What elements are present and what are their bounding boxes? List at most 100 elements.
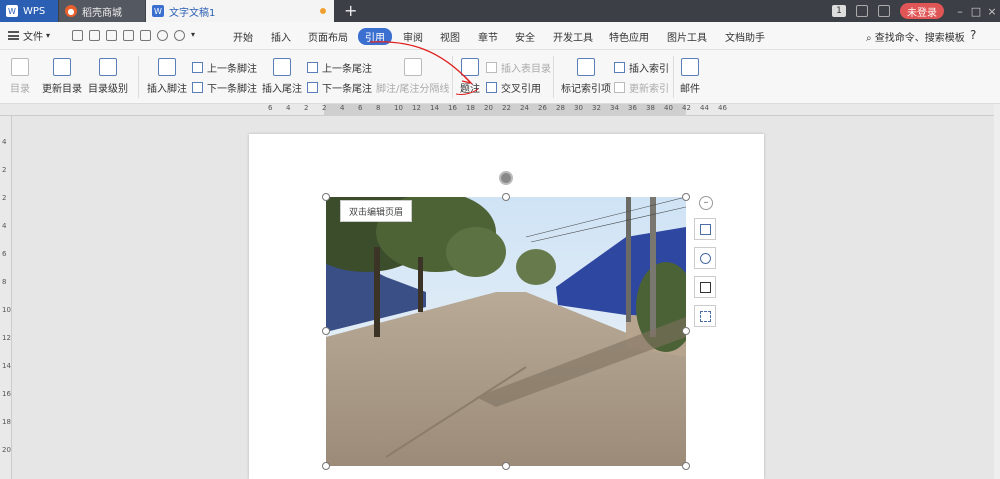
vertical-ruler[interactable]: 4 2 2 4 6 8 10 12 14 16 18 20 <box>0 116 12 479</box>
ruler-number: 24 <box>520 104 529 112</box>
table-of-figures-icon <box>486 62 497 73</box>
mail-button[interactable]: 邮件 <box>680 58 700 95</box>
ruler-number: 46 <box>718 104 727 112</box>
menu-developer[interactable]: 开发工具 <box>553 29 593 44</box>
insert-index-button[interactable]: 插入索引 <box>614 60 669 75</box>
layout-icon <box>699 223 711 235</box>
tab-docer-store[interactable]: ● 稻壳商城 <box>59 0 145 22</box>
horizontal-ruler[interactable]: 6 4 2 2 4 6 8 10 12 14 16 18 20 22 24 26 28 30 32 34 36 38 40 4… <box>0 104 1000 116</box>
redo-icon[interactable] <box>174 30 185 41</box>
insert-index-icon <box>614 62 625 73</box>
insert-endnote-button[interactable]: 插入尾注 <box>262 58 302 95</box>
next-footnote-button[interactable]: 下一条脚注 <box>192 80 257 95</box>
login-button[interactable]: 未登录 <box>900 3 944 19</box>
hamburger-icon <box>8 31 19 40</box>
zoom-icon <box>699 252 711 264</box>
close-button[interactable]: × <box>984 5 1000 18</box>
resize-handle-left[interactable] <box>322 327 330 335</box>
ruler-number: 8 <box>376 104 381 112</box>
resize-handle-bottom[interactable] <box>502 462 510 470</box>
tab-wps[interactable]: W WPS <box>0 0 58 22</box>
toc-level-icon <box>99 58 117 76</box>
ruler-number: 20 <box>2 446 11 454</box>
prev-endnote-button[interactable]: 上一条尾注 <box>307 60 372 75</box>
ribbon-divider <box>138 56 139 98</box>
resize-handle-right[interactable] <box>682 327 690 335</box>
zoom-preview-button[interactable] <box>694 247 716 269</box>
menu-picture-tools[interactable]: 图片工具 <box>667 29 707 44</box>
menu-home[interactable]: 开始 <box>233 29 253 44</box>
cross-reference-icon <box>486 82 497 93</box>
shirt-icon[interactable] <box>878 5 890 17</box>
command-search[interactable]: ⌕ 查找命令、搜索模板 <box>866 29 965 44</box>
collapse-icon[interactable]: – <box>699 196 713 210</box>
cross-reference-button[interactable]: 交叉引用 <box>486 80 541 95</box>
update-toc-button[interactable]: 更新目录 <box>42 58 82 95</box>
command-search-label: 查找命令、搜索模板 <box>874 33 965 44</box>
resize-handle-top[interactable] <box>502 193 510 201</box>
crop-icon <box>699 281 711 293</box>
next-endnote-button[interactable]: 下一条尾注 <box>307 80 372 95</box>
maximize-button[interactable]: □ <box>968 5 984 18</box>
prev-footnote-label: 上一条脚注 <box>207 64 257 75</box>
ruler-number: 14 <box>2 362 11 370</box>
ribbon-divider <box>673 56 674 98</box>
update-index-button[interactable]: 更新索引 <box>614 80 669 95</box>
resize-handle-br[interactable] <box>682 462 690 470</box>
vertical-scrollbar[interactable] <box>994 104 1000 479</box>
ruler-number: 30 <box>574 104 583 112</box>
resize-handle-tr[interactable] <box>682 193 690 201</box>
ruler-number: 6 <box>268 104 273 112</box>
menu-doc-assistant[interactable]: 文档助手 <box>725 29 765 44</box>
toc-level-button[interactable]: 目录级别 <box>88 58 128 95</box>
ruler-number: 6 <box>2 250 7 258</box>
endnote-icon <box>273 58 291 76</box>
menu-security[interactable]: 安全 <box>515 29 535 44</box>
quick-access-toolbar: ▾ <box>72 30 195 41</box>
export-pdf-icon[interactable] <box>106 30 117 41</box>
inserted-road-photo[interactable] <box>326 197 686 466</box>
menu-section[interactable]: 章节 <box>478 29 498 44</box>
chevron-down-icon: ▾ <box>46 31 51 40</box>
resize-handle-tl[interactable] <box>322 193 330 201</box>
ruler-number: 12 <box>2 334 11 342</box>
resize-handle-bl[interactable] <box>322 462 330 470</box>
ruler-number: 4 <box>286 104 291 112</box>
prev-footnote-button[interactable]: 上一条脚注 <box>192 60 257 75</box>
next-footnote-label: 下一条脚注 <box>207 84 257 95</box>
ruler-number: 40 <box>664 104 673 112</box>
menu-bar: 文件 ▾ ▾ 开始 插入 页面布局 引用 审阅 视图 章节 安全 开发工具 特色… <box>0 22 1000 50</box>
cross-reference-label: 交叉引用 <box>501 84 541 95</box>
toc-button[interactable]: 目录 <box>10 58 30 95</box>
window-count-badge[interactable]: 1 <box>832 5 846 17</box>
crop-button[interactable] <box>694 276 716 298</box>
menu-insert[interactable]: 插入 <box>271 29 291 44</box>
insert-footnote-button[interactable]: 插入脚注 <box>147 58 187 95</box>
picture-settings-button[interactable] <box>694 305 716 327</box>
minimize-button[interactable]: – <box>952 5 968 18</box>
skin-icon[interactable] <box>856 5 868 17</box>
print-icon[interactable] <box>123 30 134 41</box>
insert-table-of-figures-button[interactable]: 插入表目录 <box>486 60 551 75</box>
menu-special-apps[interactable]: 特色应用 <box>609 29 649 44</box>
customize-chevron-icon[interactable]: ▾ <box>191 30 195 41</box>
tab-wps-label: WPS <box>23 5 46 17</box>
tab-document[interactable]: W 文字文稿1 <box>146 0 334 22</box>
ruler-number: 4 <box>2 138 7 146</box>
rotate-handle[interactable] <box>499 171 513 185</box>
open-icon[interactable] <box>72 30 83 41</box>
ruler-number: 16 <box>448 104 457 112</box>
ribbon-divider <box>553 56 554 98</box>
tab-document-label: 文字文稿1 <box>169 7 216 19</box>
mark-index-button[interactable]: 标记索引项 <box>561 58 611 95</box>
help-button[interactable]: ? <box>970 28 976 42</box>
new-tab-button[interactable]: + <box>344 1 357 20</box>
layout-options-button[interactable] <box>694 218 716 240</box>
undo-icon[interactable] <box>157 30 168 41</box>
insert-endnote-label: 插入尾注 <box>262 84 302 95</box>
file-menu[interactable]: 文件 ▾ <box>8 28 50 43</box>
print-preview-icon[interactable] <box>140 30 151 41</box>
header-edit-tooltip[interactable]: 双击编辑页眉 <box>340 200 412 222</box>
menu-page-layout[interactable]: 页面布局 <box>308 29 348 44</box>
save-icon[interactable] <box>89 30 100 41</box>
